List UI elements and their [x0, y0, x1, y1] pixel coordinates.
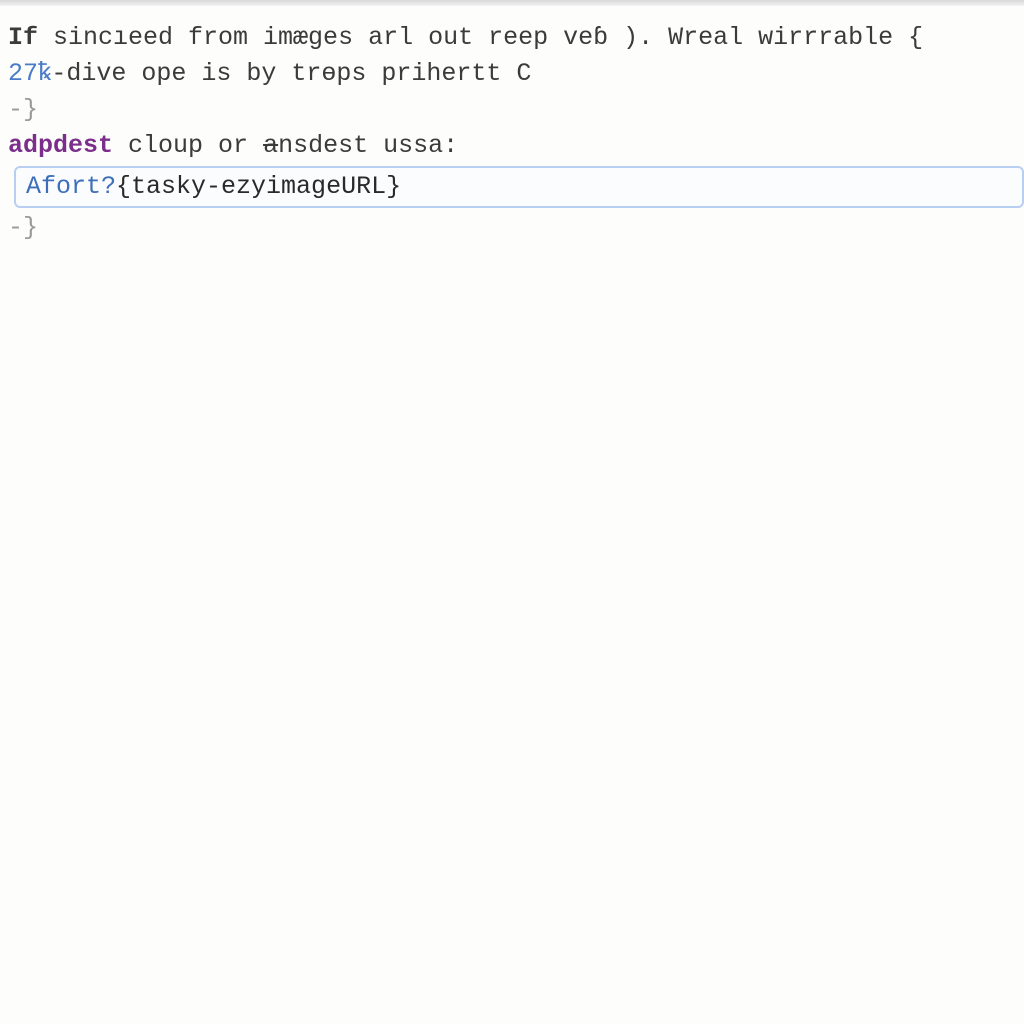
keyword-adpdest: adpdest [8, 131, 113, 160]
line-number-27: 27ꝅ [8, 59, 51, 88]
code-editor-area[interactable]: If sincıeed from imæges arl out reep veɓ… [0, 12, 1024, 246]
prompt-afort: Afort? [26, 169, 116, 205]
keyword-if: If [8, 23, 38, 52]
code-line-4[interactable]: adpdest cloup or ansdest ussa: [8, 128, 1024, 164]
code-line-6[interactable]: -} [8, 210, 1024, 246]
brace-open: { [116, 169, 131, 205]
code-line-3[interactable]: -} [8, 92, 1024, 128]
line4-strike: a [263, 131, 278, 160]
brace-close: } [386, 169, 401, 205]
line4-mid: cloup or [113, 131, 263, 160]
code-line-1[interactable]: If sincıeed from imæges arl out reep veɓ… [8, 20, 1024, 56]
line4-rest: nsdest ussa: [278, 131, 458, 160]
closing-brace-1: -} [8, 95, 38, 124]
line1-text: sincıeed from imæges arl out reep veɓ ).… [38, 23, 923, 52]
closing-brace-2: -} [8, 213, 38, 242]
code-line-2[interactable]: 27ꝅ-dive ope is by trɵps prihertt C [8, 56, 1024, 92]
line2-text: -dive ope is by trɵps prihertt C [51, 59, 531, 88]
top-window-divider [0, 0, 1024, 6]
template-variable: tasky-ezyimageURL [131, 169, 386, 205]
selected-code-line[interactable]: Afort? {tasky-ezyimageURL} [14, 166, 1024, 208]
